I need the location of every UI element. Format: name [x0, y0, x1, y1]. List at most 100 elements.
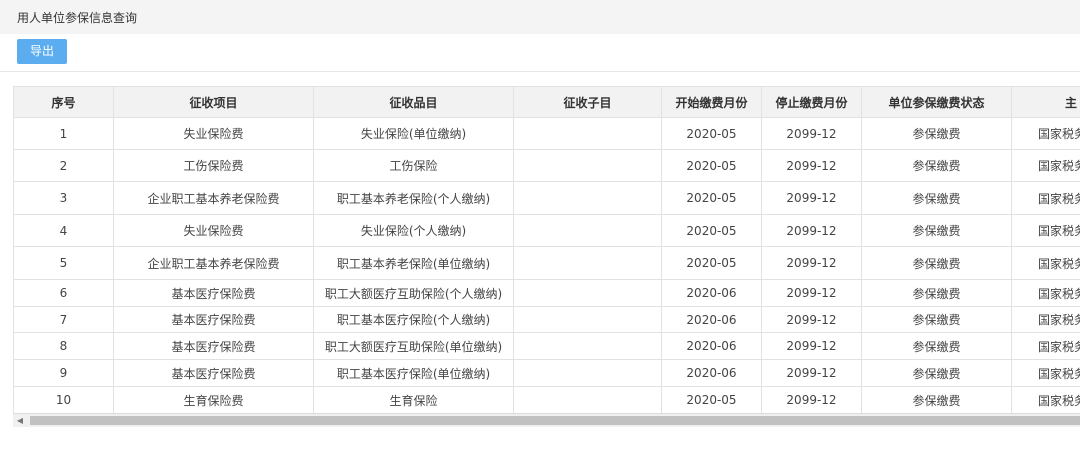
cell-index: 2 [13, 149, 114, 182]
cell-index: 10 [13, 386, 114, 413]
scroll-left-arrow-icon[interactable]: ◀ [13, 414, 27, 427]
cell-start-month: 2020-05 [661, 149, 762, 182]
cell-start-month: 2020-05 [661, 117, 762, 150]
cell-levy-subcategory [513, 306, 662, 333]
cell-authority: 国家税务 [1011, 149, 1080, 182]
cell-levy-category: 职工基本医疗保险(单位缴纳) [313, 359, 514, 387]
cell-index: 1 [13, 117, 114, 150]
col-header-levy-item[interactable]: 征收项目 [113, 86, 314, 118]
cell-stop-month: 2099-12 [761, 279, 862, 307]
cell-start-month: 2020-05 [661, 246, 762, 280]
page-title: 用人单位参保信息查询 [17, 11, 138, 25]
cell-start-month: 2020-06 [661, 332, 762, 360]
cell-start-month: 2020-06 [661, 306, 762, 333]
cell-stop-month: 2099-12 [761, 117, 862, 150]
divider [0, 71, 1080, 72]
cell-status: 参保缴费 [861, 214, 1012, 247]
col-header-levy-subcategory[interactable]: 征收子目 [513, 86, 662, 118]
col-header-authority[interactable]: 主 [1011, 86, 1080, 118]
cell-levy-category: 职工大额医疗互助保险(个人缴纳) [313, 279, 514, 307]
cell-authority: 国家税务 [1011, 386, 1080, 413]
cell-levy-subcategory [513, 279, 662, 307]
cell-status: 参保缴费 [861, 386, 1012, 413]
cell-status: 参保缴费 [861, 332, 1012, 360]
cell-status: 参保缴费 [861, 117, 1012, 150]
table-header-row: 序号 征收项目 征收品目 征收子目 开始缴费月份 停止缴费月份 单位参保缴费状态… [13, 86, 1080, 118]
table-row[interactable]: 10生育保险费生育保险 2020-052099-12参保缴费国家税务 [13, 386, 1080, 413]
cell-index: 7 [13, 306, 114, 333]
cell-status: 参保缴费 [861, 359, 1012, 387]
cell-levy-item: 工伤保险费 [113, 149, 314, 182]
cell-authority: 国家税务 [1011, 117, 1080, 150]
cell-status: 参保缴费 [861, 149, 1012, 182]
cell-authority: 国家税务 [1011, 246, 1080, 280]
table-row[interactable]: 6 基本医疗保险费 职工大额医疗互助保险(个人缴纳) 2020-06 2099-12 参保… [13, 279, 1080, 307]
cell-index: 3 [13, 181, 114, 215]
page-header: 用人单位参保信息查询 [0, 0, 1080, 34]
cell-authority: 国家税务 [1011, 214, 1080, 247]
cell-levy-category: 失业保险(单位缴纳) [313, 117, 514, 150]
cell-stop-month: 2099-12 [761, 306, 862, 333]
table-row[interactable]: 8 基本医疗保险费 职工大额医疗互助保险(单位缴纳) 2020-06 2099-12 参保… [13, 332, 1080, 360]
cell-status: 参保缴费 [861, 279, 1012, 307]
cell-index: 5 [13, 246, 114, 280]
cell-start-month: 2020-06 [661, 279, 762, 307]
cell-levy-item: 基本医疗保险费 [113, 332, 314, 360]
cell-levy-subcategory [513, 117, 662, 150]
cell-levy-category: 工伤保险 [313, 149, 514, 182]
table-row[interactable]: 2工伤保险费工伤保险 2020-052099-12参保缴费国家税务 [13, 149, 1080, 182]
cell-authority: 国家税务 [1011, 279, 1080, 307]
export-button[interactable]: 导出 [17, 39, 67, 64]
cell-index: 9 [13, 359, 114, 387]
cell-stop-month: 2099-12 [761, 359, 862, 387]
cell-levy-subcategory [513, 181, 662, 215]
cell-levy-item: 失业保险费 [113, 117, 314, 150]
cell-levy-item: 基本医疗保险费 [113, 306, 314, 333]
cell-start-month: 2020-06 [661, 359, 762, 387]
table-row[interactable]: 3 企业职工基本养老保险费 职工基本养老保险(个人缴纳) 2020-05 2099-12… [13, 181, 1080, 215]
cell-levy-subcategory [513, 214, 662, 247]
col-header-start-month[interactable]: 开始缴费月份 [661, 86, 762, 118]
cell-levy-subcategory [513, 332, 662, 360]
results-table-container: 序号 征收项目 征收品目 征收子目 开始缴费月份 停止缴费月份 单位参保缴费状态… [13, 86, 1080, 413]
cell-levy-subcategory [513, 149, 662, 182]
table-row[interactable]: 5 企业职工基本养老保险费 职工基本养老保险(单位缴纳) 2020-05 2099-12… [13, 246, 1080, 280]
cell-stop-month: 2099-12 [761, 332, 862, 360]
col-header-levy-category[interactable]: 征收品目 [313, 86, 514, 118]
cell-levy-item: 基本医疗保险费 [113, 359, 314, 387]
table-row[interactable]: 1失业保险费失业保险(单位缴纳) 2020-052099-12参保缴费国家税务 [13, 117, 1080, 150]
cell-levy-subcategory [513, 359, 662, 387]
cell-index: 6 [13, 279, 114, 307]
cell-levy-category: 生育保险 [313, 386, 514, 413]
cell-authority: 国家税务 [1011, 306, 1080, 333]
cell-index: 4 [13, 214, 114, 247]
cell-authority: 国家税务 [1011, 332, 1080, 360]
cell-levy-category: 职工基本医疗保险(个人缴纳) [313, 306, 514, 333]
cell-index: 8 [13, 332, 114, 360]
col-header-status[interactable]: 单位参保缴费状态 [861, 86, 1012, 118]
cell-authority: 国家税务 [1011, 359, 1080, 387]
cell-stop-month: 2099-12 [761, 149, 862, 182]
cell-levy-item: 基本医疗保险费 [113, 279, 314, 307]
cell-levy-category: 职工基本养老保险(单位缴纳) [313, 246, 514, 280]
cell-levy-item: 企业职工基本养老保险费 [113, 246, 314, 280]
table-row[interactable]: 7 基本医疗保险费 职工基本医疗保险(个人缴纳) 2020-06 2099-12 参保缴费… [13, 306, 1080, 333]
col-header-index[interactable]: 序号 [13, 86, 114, 118]
cell-start-month: 2020-05 [661, 214, 762, 247]
horizontal-scrollbar[interactable]: ◀ [13, 413, 1080, 427]
cell-start-month: 2020-05 [661, 181, 762, 215]
cell-levy-item: 企业职工基本养老保险费 [113, 181, 314, 215]
cell-levy-subcategory [513, 386, 662, 413]
cell-stop-month: 2099-12 [761, 246, 862, 280]
cell-stop-month: 2099-12 [761, 181, 862, 215]
cell-status: 参保缴费 [861, 181, 1012, 215]
table-row[interactable]: 4失业保险费失业保险(个人缴纳) 2020-052099-12参保缴费国家税务 [13, 214, 1080, 247]
col-header-stop-month[interactable]: 停止缴费月份 [761, 86, 862, 118]
results-table: 序号 征收项目 征收品目 征收子目 开始缴费月份 停止缴费月份 单位参保缴费状态… [13, 86, 1080, 413]
scrollbar-thumb[interactable] [30, 416, 1080, 425]
table-row[interactable]: 9 基本医疗保险费 职工基本医疗保险(单位缴纳) 2020-06 2099-12 参保缴费… [13, 359, 1080, 387]
cell-levy-subcategory [513, 246, 662, 280]
cell-levy-category: 职工基本养老保险(个人缴纳) [313, 181, 514, 215]
cell-status: 参保缴费 [861, 306, 1012, 333]
cell-status: 参保缴费 [861, 246, 1012, 280]
